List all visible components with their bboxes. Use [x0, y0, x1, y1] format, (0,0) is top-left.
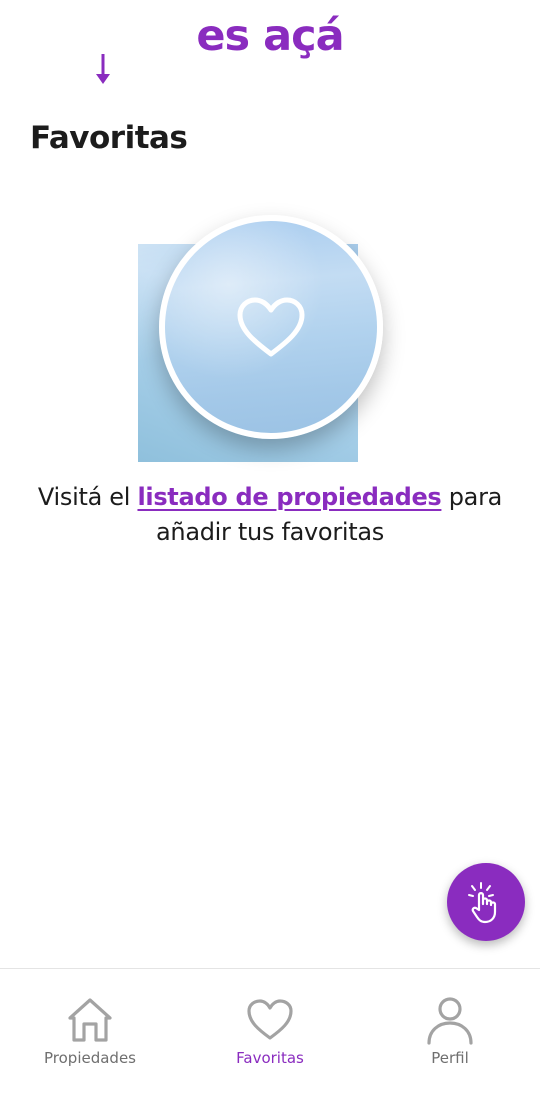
- nav-item-favoritas[interactable]: Favoritas: [180, 969, 360, 1097]
- logo-text: es açá: [196, 11, 344, 61]
- heart-icon: [235, 296, 307, 358]
- heart-icon: [244, 995, 296, 1045]
- app-logo: es açá: [0, 8, 540, 84]
- nav-label: Favoritas: [236, 1049, 304, 1067]
- nav-item-propiedades[interactable]: Propiedades: [0, 969, 180, 1097]
- empty-state-message: Visitá el listado de propiedades para añ…: [20, 480, 520, 550]
- bottom-navigation: Propiedades Favoritas Perfil: [0, 968, 540, 1097]
- nav-label: Perfil: [431, 1049, 469, 1067]
- page-title: Favoritas: [30, 120, 188, 156]
- message-text-before: Visitá el: [37, 483, 138, 511]
- user-icon: [424, 995, 476, 1045]
- logo-arrow-icon: [96, 54, 110, 84]
- properties-list-link[interactable]: listado de propiedades: [137, 483, 441, 511]
- tap-hand-icon: [468, 882, 497, 924]
- home-icon: [64, 995, 116, 1045]
- illustration-circle: [159, 215, 383, 439]
- empty-favorites-illustration: [138, 214, 388, 464]
- nav-label: Propiedades: [44, 1049, 136, 1067]
- nav-item-perfil[interactable]: Perfil: [360, 969, 540, 1097]
- tap-help-fab-button[interactable]: [447, 863, 525, 941]
